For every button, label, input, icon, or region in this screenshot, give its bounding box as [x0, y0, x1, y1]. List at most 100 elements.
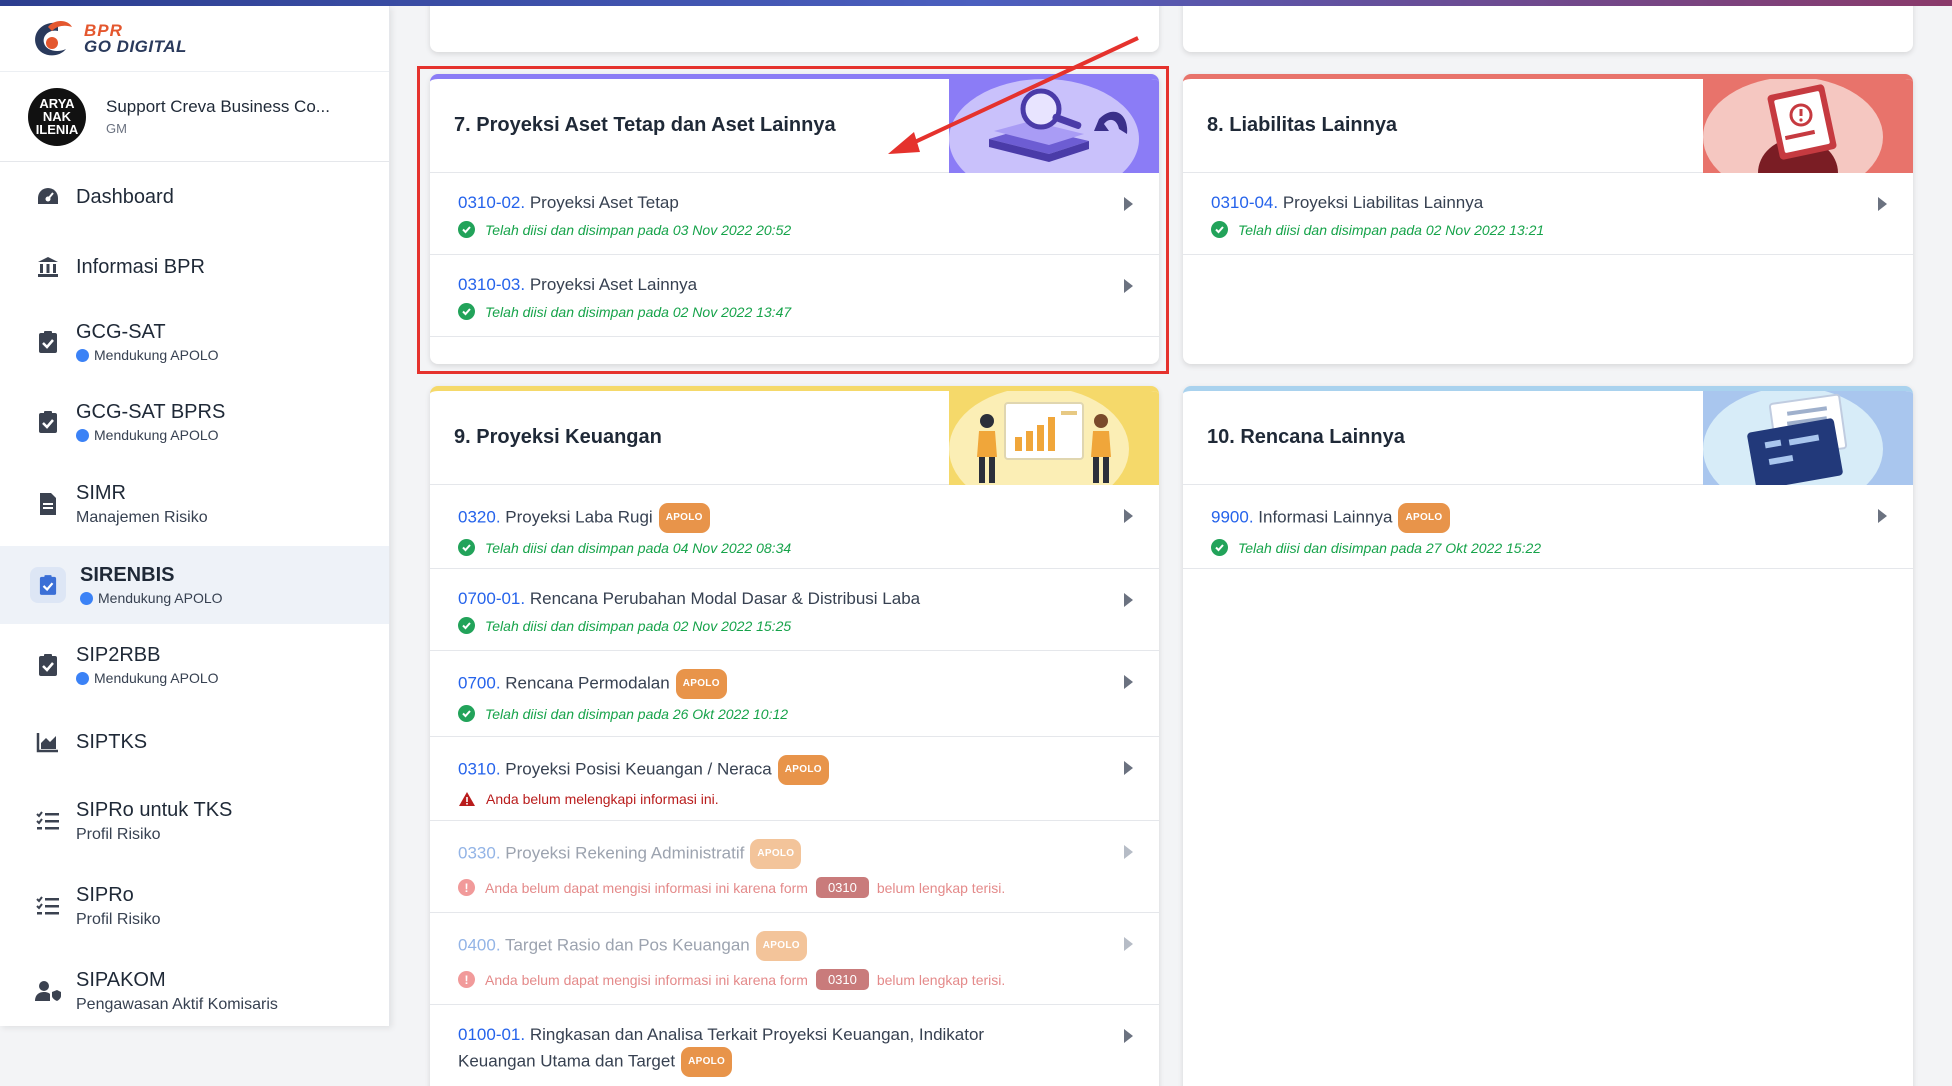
- apolo-badge: APOLO: [1398, 503, 1450, 533]
- form-name: Informasi Lainnya: [1253, 507, 1393, 527]
- form-name: Proyeksi Laba Rugi: [500, 507, 653, 527]
- sidebar-item-sipro[interactable]: SIPRo Profil Risiko: [0, 864, 389, 948]
- sidebar-item-label: SIPRo: [76, 883, 134, 906]
- status-locked: ! Anda belum dapat mengisi informasi ini…: [458, 969, 1099, 990]
- card-liabilitas: 8. Liabilitas Lainnya 0310-04. Proyeksi …: [1183, 74, 1913, 364]
- sidebar-item-label: SIPTKS: [76, 730, 148, 753]
- list-item[interactable]: 9900. Informasi Lainnya APOLO Telah diisi…: [1183, 485, 1913, 569]
- form-code-link[interactable]: 0320.: [458, 507, 501, 526]
- sidebar-item-dashboard[interactable]: Dashboard: [0, 162, 389, 232]
- apolo-badge: APOLO: [658, 503, 710, 533]
- apolo-badge: APOLO: [777, 755, 829, 785]
- list-item[interactable]: 0310. Proyeksi Posisi Keuangan / Neraca A…: [430, 737, 1159, 821]
- checklist-icon: [34, 807, 62, 835]
- sidebar-item-label: Dashboard: [76, 185, 174, 208]
- form-code-link[interactable]: 0310-04.: [1211, 193, 1278, 212]
- sidebar-item-label: SIPAKOM: [76, 968, 166, 991]
- sidebar-item-simr[interactable]: SIMR Manajemen Risiko: [0, 462, 389, 546]
- sidebar-item-label: GCG-SAT BPRS: [76, 401, 226, 423]
- status-saved: Telah diisi dan disimpan pada 27 Okt 202…: [1211, 539, 1853, 556]
- form-code-link[interactable]: 0700-01.: [458, 589, 525, 608]
- sidebar-item-sipro-tks[interactable]: SIPRo untuk TKS Profil Risiko: [0, 778, 389, 864]
- chevron-right-icon[interactable]: [1124, 509, 1133, 523]
- info-document-illustration: [1703, 79, 1913, 173]
- top-accent-bar: [0, 0, 1952, 6]
- card-header: 9. Proyeksi Keuangan: [430, 391, 1159, 485]
- check-circle-icon: [458, 303, 475, 320]
- annotation-arrow-icon: [888, 36, 1139, 154]
- chevron-right-icon[interactable]: [1124, 761, 1133, 775]
- sidebar-item-gcg-sat-bprs[interactable]: GCG-SAT BPRS Mendukung APOLO: [0, 382, 389, 462]
- apolo-badge: APOLO: [675, 669, 727, 699]
- card-proyeksi-keuangan: 9. Proyeksi Keuangan 0320. Proyeksi Laba: [430, 386, 1159, 1086]
- form-name: Proyeksi Liabilitas Lainnya: [1278, 193, 1484, 212]
- status-saved: Telah diisi dan disimpan pada 04 Nov 202…: [458, 539, 1099, 556]
- card-title: 9. Proyeksi Keuangan: [454, 426, 662, 448]
- check-circle-icon: [1211, 221, 1228, 238]
- card-title: 8. Liabilitas Lainnya: [1207, 114, 1398, 136]
- chevron-right-icon[interactable]: [1878, 197, 1887, 211]
- sidebar-item-sublabel: Manajemen Risiko: [76, 508, 208, 526]
- sidebar-item-siptks[interactable]: SIPTKS: [0, 706, 389, 778]
- checklist-icon: [34, 892, 62, 920]
- sidebar-item-informasi-bpr[interactable]: Informasi BPR: [0, 232, 389, 302]
- check-circle-icon: [458, 221, 475, 238]
- list-item[interactable]: 0310-04. Proyeksi Liabilitas Lainnya Tel…: [1183, 173, 1913, 255]
- form-code-link[interactable]: 0310-02.: [458, 193, 525, 212]
- card-header: 8. Liabilitas Lainnya: [1183, 79, 1913, 173]
- sidebar-item-sipakom[interactable]: SIPAKOM Pengawasan Aktif Komisaris: [0, 948, 389, 1034]
- speedometer-icon: [34, 183, 62, 211]
- exclamation-circle-icon: !: [458, 879, 475, 896]
- chevron-right-icon: [1124, 845, 1133, 859]
- form-code-link[interactable]: 0310-03.: [458, 275, 525, 294]
- form-code-link[interactable]: 9900.: [1211, 507, 1254, 526]
- sidebar-item-label: SIMR: [76, 481, 126, 504]
- card-previous-right: [1183, 0, 1913, 52]
- status-locked: ! Anda belum dapat mengisi informasi ini…: [458, 877, 1099, 898]
- status-saved: Telah diisi dan disimpan pada 03 Nov 202…: [458, 221, 1099, 238]
- chevron-right-icon[interactable]: [1124, 675, 1133, 689]
- form-code-link[interactable]: 0700.: [458, 673, 501, 692]
- apolo-support-badge: Mendukung APOLO: [76, 427, 225, 443]
- apolo-support-badge: Mendukung APOLO: [80, 590, 223, 606]
- list-item[interactable]: 0310-02. Proyeksi Aset Tetap Telah diisi…: [430, 173, 1159, 255]
- list-item[interactable]: 0310-03. Proyeksi Aset Lainnya Telah dii…: [430, 255, 1159, 337]
- list-item[interactable]: 0100-01. Ringkasan dan Analisa Terkait P…: [430, 1005, 1159, 1086]
- list-item[interactable]: 0320. Proyeksi Laba Rugi APOLO Telah diis…: [430, 485, 1159, 569]
- list-item[interactable]: 0700-01. Rencana Perubahan Modal Dasar &…: [430, 569, 1159, 651]
- status-saved: Telah diisi dan disimpan pada 02 Nov 202…: [458, 617, 1099, 634]
- form-code-link: 0400.: [458, 935, 501, 955]
- sidebar: BPR GO DIGITAL ARYA NAK ILENIA Support C…: [0, 6, 390, 1026]
- sidebar-item-label: SIP2RBB: [76, 644, 161, 666]
- documents-illustration: [1703, 391, 1913, 485]
- sidebar-item-gcg-sat[interactable]: GCG-SAT Mendukung APOLO: [0, 302, 389, 382]
- status-saved: Telah diisi dan disimpan pada 02 Nov 202…: [458, 303, 1099, 320]
- chevron-right-icon[interactable]: [1124, 1029, 1133, 1043]
- chevron-right-icon[interactable]: [1124, 197, 1133, 211]
- form-tag: 0310: [815, 877, 869, 898]
- check-circle-icon: [1211, 539, 1228, 556]
- apolo-badge: APOLO: [750, 839, 802, 869]
- sidebar-item-sirenbis[interactable]: SIRENBIS Mendukung APOLO: [0, 546, 389, 624]
- apolo-badge: APOLO: [755, 931, 807, 961]
- sidebar-item-sublabel: Profil Risiko: [76, 910, 161, 928]
- form-name: Proyeksi Rekening Administratif: [500, 843, 745, 863]
- chevron-right-icon[interactable]: [1124, 279, 1133, 293]
- form-name: Proyeksi Aset Lainnya: [525, 275, 698, 294]
- chevron-right-icon[interactable]: [1124, 593, 1133, 607]
- form-code-link[interactable]: 0100-01.: [458, 1025, 525, 1044]
- list-item[interactable]: 0700. Rencana Permodalan APOLO Telah diis…: [430, 651, 1159, 737]
- user-profile[interactable]: ARYA NAK ILENIA Support Creva Business C…: [0, 72, 389, 162]
- list-item-disabled: 0330. Proyeksi Rekening Administratif APO…: [430, 821, 1159, 913]
- area-chart-icon: [34, 728, 62, 756]
- form-name: Proyeksi Aset Tetap: [525, 193, 679, 212]
- card-rencana-lainnya: 10. Rencana Lainnya 9900. Informasi Lain…: [1183, 386, 1913, 1086]
- chevron-right-icon[interactable]: [1878, 509, 1887, 523]
- form-name: Proyeksi Posisi Keuangan / Neraca: [500, 759, 772, 779]
- clipboard-check-icon: [34, 408, 62, 436]
- sidebar-item-sip2rbb[interactable]: SIP2RBB Mendukung APOLO: [0, 624, 389, 706]
- status-saved: Telah diisi dan disimpan pada 26 Okt 202…: [458, 705, 1099, 722]
- brand-logo[interactable]: BPR GO DIGITAL: [0, 6, 389, 72]
- form-code-link[interactable]: 0310.: [458, 759, 501, 778]
- apolo-support-badge: Mendukung APOLO: [76, 347, 219, 363]
